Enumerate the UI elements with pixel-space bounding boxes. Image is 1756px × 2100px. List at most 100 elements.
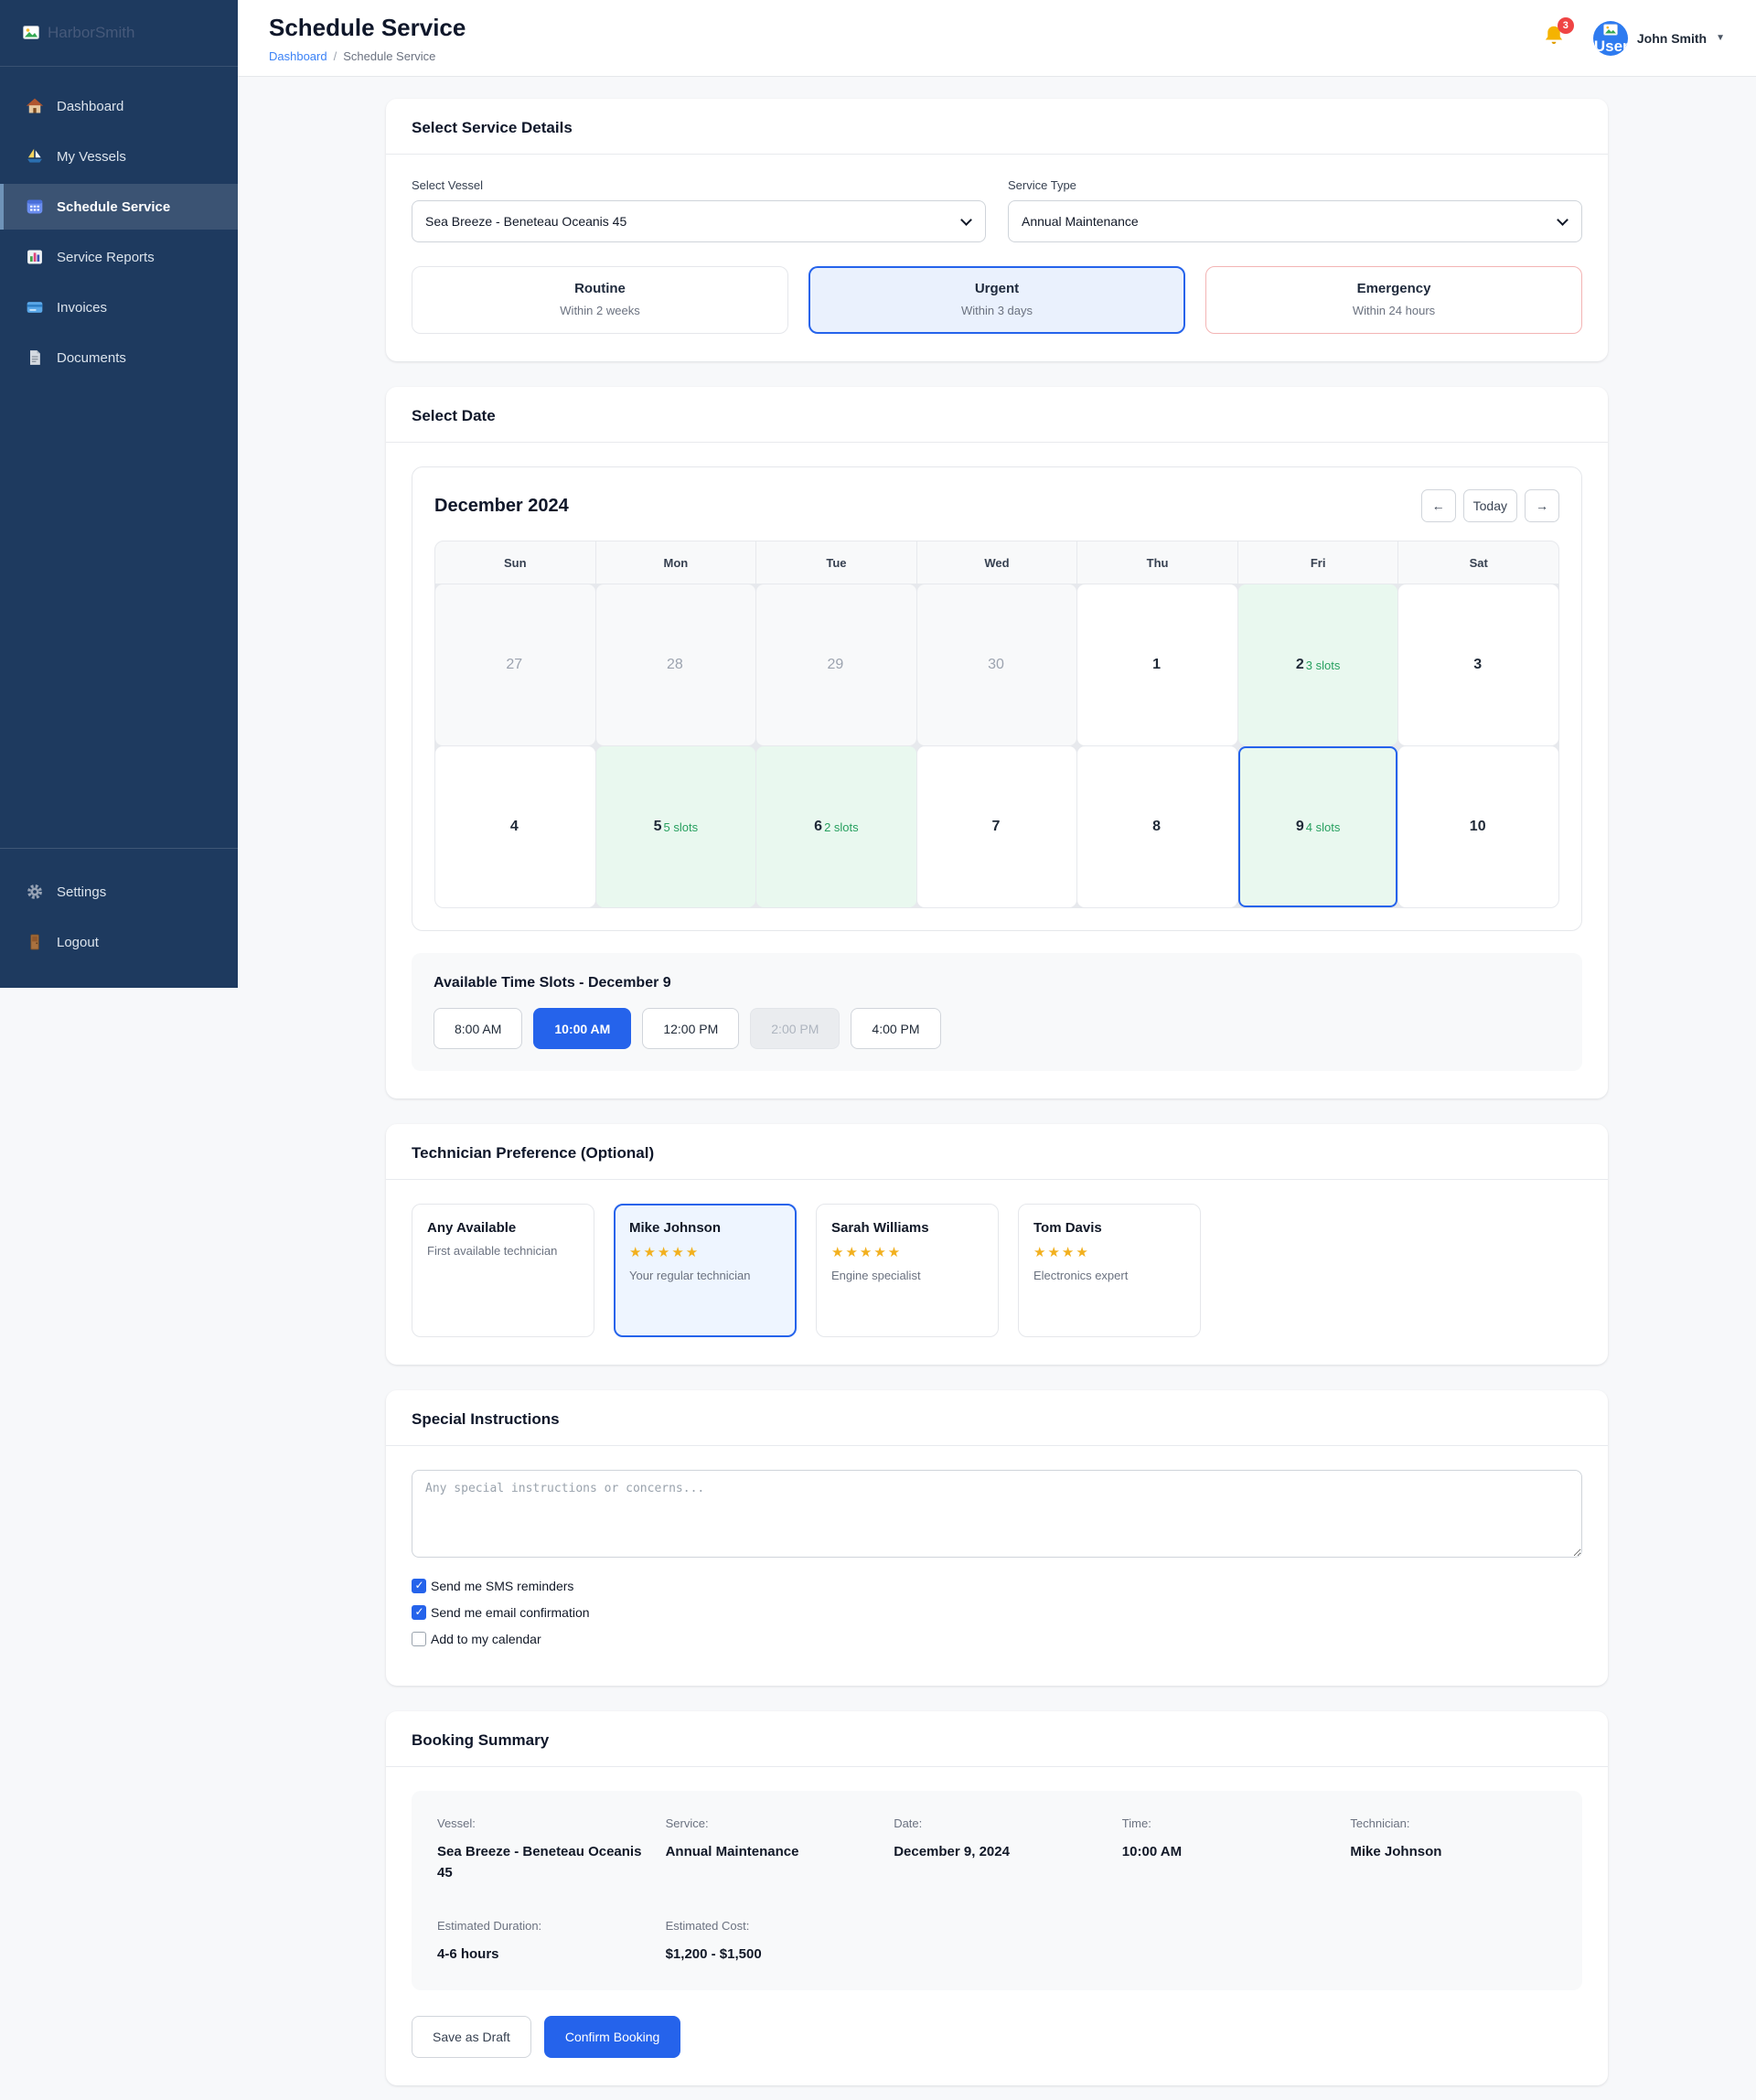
card-title: Booking Summary [412,1731,550,1749]
urgency-option-routine[interactable]: Routine Within 2 weeks [412,266,788,334]
calendar-day[interactable]: 23 slots [1237,584,1398,745]
calendar-day[interactable]: 8 [1077,746,1237,907]
checkbox[interactable] [412,1579,426,1593]
sidebar-item-service-reports[interactable]: Service Reports [0,234,238,280]
technician-option-sarah-williams[interactable]: Sarah Williams ★★★★★ Engine specialist [816,1204,999,1337]
sidebar-item-settings[interactable]: Settings [0,869,238,915]
card-title: Technician Preference (Optional) [412,1144,655,1162]
calendar-day: 30 [916,584,1077,745]
sidebar-item-my-vessels[interactable]: My Vessels [0,134,238,179]
time-slot-8am[interactable]: 8:00 AM [434,1008,523,1049]
checkbox-add-to-calendar[interactable]: Add to my calendar [412,1632,1582,1646]
urgency-options: Routine Within 2 weeks Urgent Within 3 d… [412,266,1582,334]
service-type-select[interactable]: Annual Maintenance [1008,200,1582,242]
breadcrumb-separator: / [333,48,337,63]
checkbox[interactable] [412,1605,426,1620]
star-rating: ★★★★★ [831,1245,903,1260]
service-details-card: Select Service Details Select Vessel Sea… [386,99,1608,361]
sidebar-item-documents[interactable]: Documents [0,335,238,380]
summary-panel: Vessel: Sea Breeze - Beneteau Oceanis 45… [412,1791,1582,1990]
calendar-day[interactable]: 10 [1398,746,1558,907]
sailboat-icon [27,148,42,163]
time-slot-10am-selected[interactable]: 10:00 AM [533,1008,632,1049]
calendar-icon [27,199,43,214]
calendar-today-button[interactable]: Today [1462,489,1517,522]
breadcrumb: Dashboard / Schedule Service [269,49,466,63]
calendar-next-button[interactable]: → [1525,489,1559,522]
time-slots-panel: Available Time Slots - December 9 8:00 A… [412,953,1582,1071]
sidebar-item-invoices[interactable]: Invoices [0,284,238,330]
notifications-button[interactable]: 3 [1542,17,1574,52]
special-instructions-textarea[interactable] [412,1470,1582,1558]
service-type-label: Service Type [1008,178,1076,192]
confirm-booking-button[interactable]: Confirm Booking [543,2015,681,2058]
bar-chart-icon [27,250,42,264]
calendar-day[interactable]: 62 slots [756,746,916,907]
calendar-day[interactable]: 55 slots [595,746,756,907]
calendar-day[interactable]: 7 [916,746,1077,907]
broken-image-icon [23,26,39,39]
urgency-option-emergency[interactable]: Emergency Within 24 hours [1205,266,1582,334]
summary-field-technician: Technician: Mike Johnson [1350,1816,1442,1859]
checkbox[interactable] [412,1632,426,1646]
page-title: Schedule Service [269,13,466,41]
sidebar-item-schedule-service[interactable]: Schedule Service [0,184,238,230]
sidebar-item-label: Service Reports [57,249,155,265]
weekday-header: Mon [595,541,756,584]
broken-image-icon [1603,23,1618,36]
sidebar-item-label: Documents [57,349,126,366]
sidebar-nav: Dashboard My Vessels Schedule Service Se… [0,67,238,848]
sidebar-item-dashboard[interactable]: Dashboard [0,83,238,129]
select-date-card: Select Date December 2024 ← Today → Sun [386,387,1608,1098]
breadcrumb-dashboard-link[interactable]: Dashboard [269,49,327,63]
header-left: Schedule Service Dashboard / Schedule Serv… [269,14,466,63]
checkbox-sms-reminders[interactable]: Send me SMS reminders [412,1579,1582,1593]
save-as-draft-button[interactable]: Save as Draft [412,2015,531,2058]
breadcrumb-current: Schedule Service [343,48,436,63]
card-header: Select Service Details [386,99,1608,155]
calendar-day[interactable]: 3 [1398,584,1558,745]
star-rating: ★★★★ [1033,1245,1090,1260]
sidebar-item-label: Settings [57,884,107,900]
calendar-day-selected[interactable]: 94 slots [1237,746,1398,907]
vessel-select-value: Sea Breeze - Beneteau Oceanis 45 [425,214,627,229]
service-type-field: Service Type Annual Maintenance [1008,178,1582,242]
calendar: December 2024 ← Today → Sun Mon Tue Wed … [412,466,1582,931]
urgency-option-urgent[interactable]: Urgent Within 3 days [808,266,1185,334]
vessel-label: Select Vessel [412,178,484,192]
sidebar-item-label: Logout [57,934,99,950]
calendar-prev-button[interactable]: ← [1420,489,1456,522]
weekday-header: Sun [435,541,595,584]
calendar-day: 27 [435,584,595,745]
calendar-day[interactable]: 1 [1077,584,1237,745]
technician-option-any[interactable]: Any Available First available technician [412,1204,594,1337]
summary-field-vessel: Vessel: Sea Breeze - Beneteau Oceanis 45 [437,1816,642,1881]
checkbox-email-confirmation[interactable]: Send me email confirmation [412,1605,1582,1620]
sidebar-item-label: Dashboard [57,98,124,114]
app-logo: HarborSmith [0,0,238,67]
card-header: Select Date [386,387,1608,443]
technician-option-mike-johnson[interactable]: Mike Johnson ★★★★★ Your regular technici… [614,1204,797,1337]
card-header: Special Instructions [386,1390,1608,1446]
credit-card-icon [27,302,43,313]
technician-option-tom-davis[interactable]: Tom Davis ★★★★ Electronics expert [1018,1204,1201,1337]
user-name: John Smith [1636,30,1708,46]
sidebar-item-logout[interactable]: Logout [0,919,238,965]
summary-field-duration: Estimated Duration: 4-6 hours [437,1918,542,1962]
time-slot-4pm[interactable]: 4:00 PM [851,1008,941,1049]
calendar-day[interactable]: 4 [435,746,595,907]
summary-field-date: Date: December 9, 2024 [894,1816,1010,1859]
booking-summary-card: Booking Summary Vessel: Sea Breeze - Ben… [386,1711,1608,2085]
vessel-select[interactable]: Sea Breeze - Beneteau Oceanis 45 [412,200,986,242]
card-title: Special Instructions [412,1410,560,1428]
card-title: Select Date [412,407,496,424]
time-slot-12pm[interactable]: 12:00 PM [642,1008,740,1049]
calendar-day: 28 [595,584,756,745]
top-header: Schedule Service Dashboard / Schedule Serv… [238,0,1756,77]
user-menu[interactable]: User John Smith ▼ [1592,20,1725,56]
chevron-down-icon: ▼ [1716,33,1725,43]
calendar-day: 29 [756,584,916,745]
sidebar-item-label: Invoices [57,299,108,316]
notification-badge: 3 [1557,17,1574,34]
chevron-down-icon [960,214,972,226]
